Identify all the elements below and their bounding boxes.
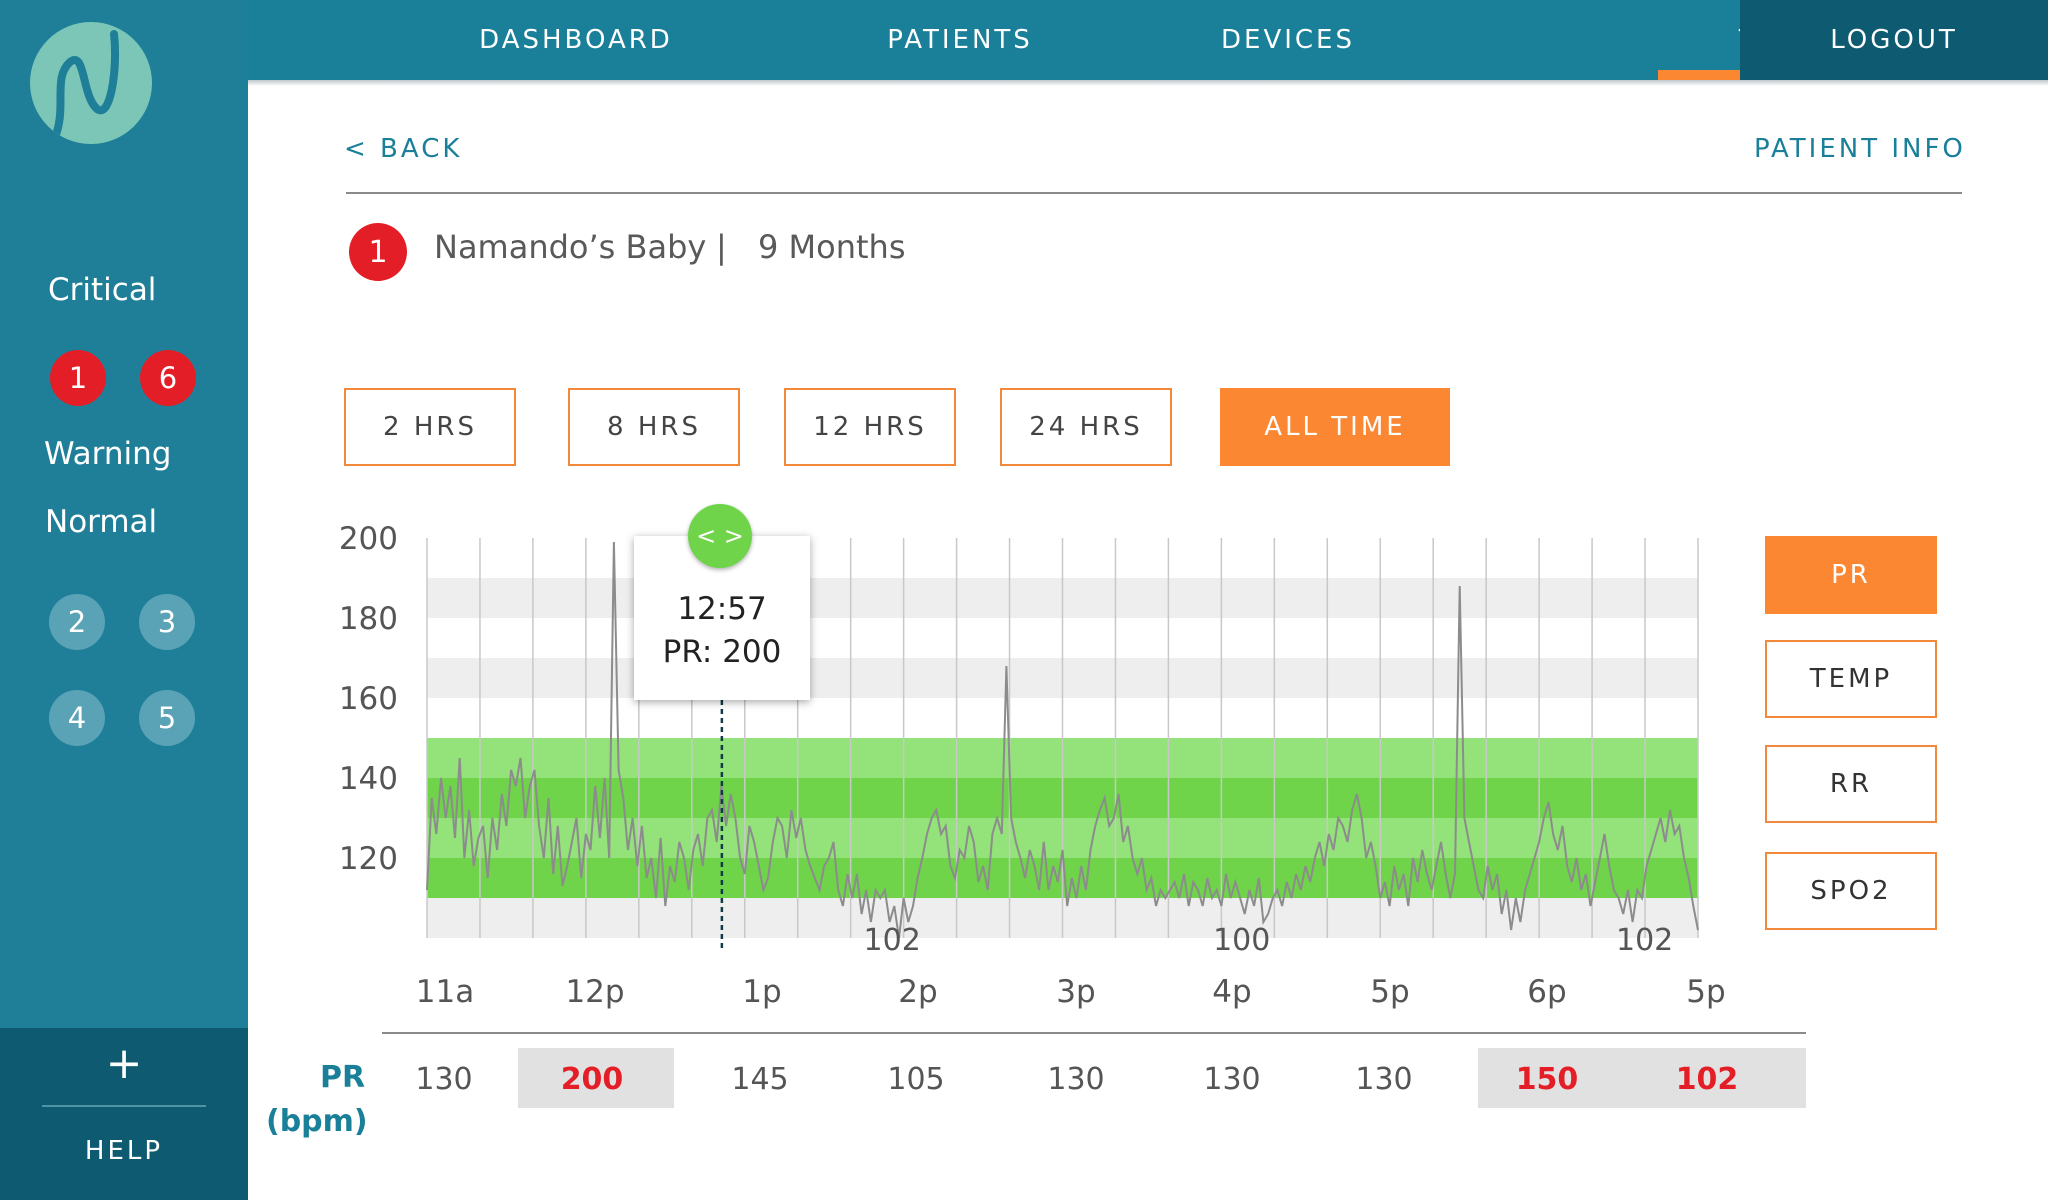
x-tick-label: 4p [1212, 974, 1251, 1010]
y-tick-label: 200 [339, 521, 398, 557]
cursor-drag-handle[interactable]: < > [688, 504, 752, 568]
app-root: Critical 1 6 Warning Normal 2 3 4 5 + HE… [0, 0, 2048, 1200]
x-tick-label: 11a [416, 974, 474, 1010]
summary-value: 200 [560, 1061, 624, 1097]
summary-value: 130 [1355, 1061, 1413, 1097]
pr-trend-chart: 200 180 160 140 120 11a 12p 1p 2p 3p 4p 5p 6p 5p 102 10… [339, 521, 1806, 1034]
x-tick-label: 1p [742, 974, 781, 1010]
summary-label-unit: (bpm) [266, 1104, 368, 1139]
y-tick-label: 140 [339, 761, 398, 797]
y-tick-label: 120 [339, 841, 398, 877]
x-tick-label: 12p [565, 974, 624, 1010]
summary-value: 130 [415, 1061, 473, 1097]
chart-annotation: 100 [1213, 923, 1270, 958]
tooltip-time: 12:57 [677, 591, 767, 627]
summary-value: 130 [1047, 1061, 1105, 1097]
x-tick-label: 6p [1527, 974, 1566, 1010]
x-tick-label: 5p [1686, 974, 1725, 1010]
metric-spo2-button[interactable]: SPO2 [1765, 852, 1937, 930]
summary-value: 145 [731, 1061, 789, 1097]
summary-value: 130 [1203, 1061, 1261, 1097]
metric-rr-button[interactable]: RR [1765, 745, 1937, 823]
summary-value: 105 [887, 1061, 945, 1097]
x-tick-label: 2p [898, 974, 937, 1010]
tooltip-value: PR: 200 [662, 634, 782, 670]
metric-pr-button[interactable]: PR [1765, 536, 1937, 614]
metric-temp-button[interactable]: TEMP [1765, 640, 1937, 718]
summary-value: 150 [1515, 1061, 1579, 1097]
chart-annotation: 102 [1616, 923, 1673, 958]
x-tick-label: 5p [1370, 974, 1409, 1010]
x-tick-label: 3p [1056, 974, 1095, 1010]
summary-label-pr: PR [320, 1060, 366, 1095]
y-tick-label: 160 [339, 681, 398, 717]
chart-annotation: 102 [864, 923, 921, 958]
y-tick-label: 180 [339, 601, 398, 637]
summary-value: 102 [1675, 1061, 1739, 1097]
